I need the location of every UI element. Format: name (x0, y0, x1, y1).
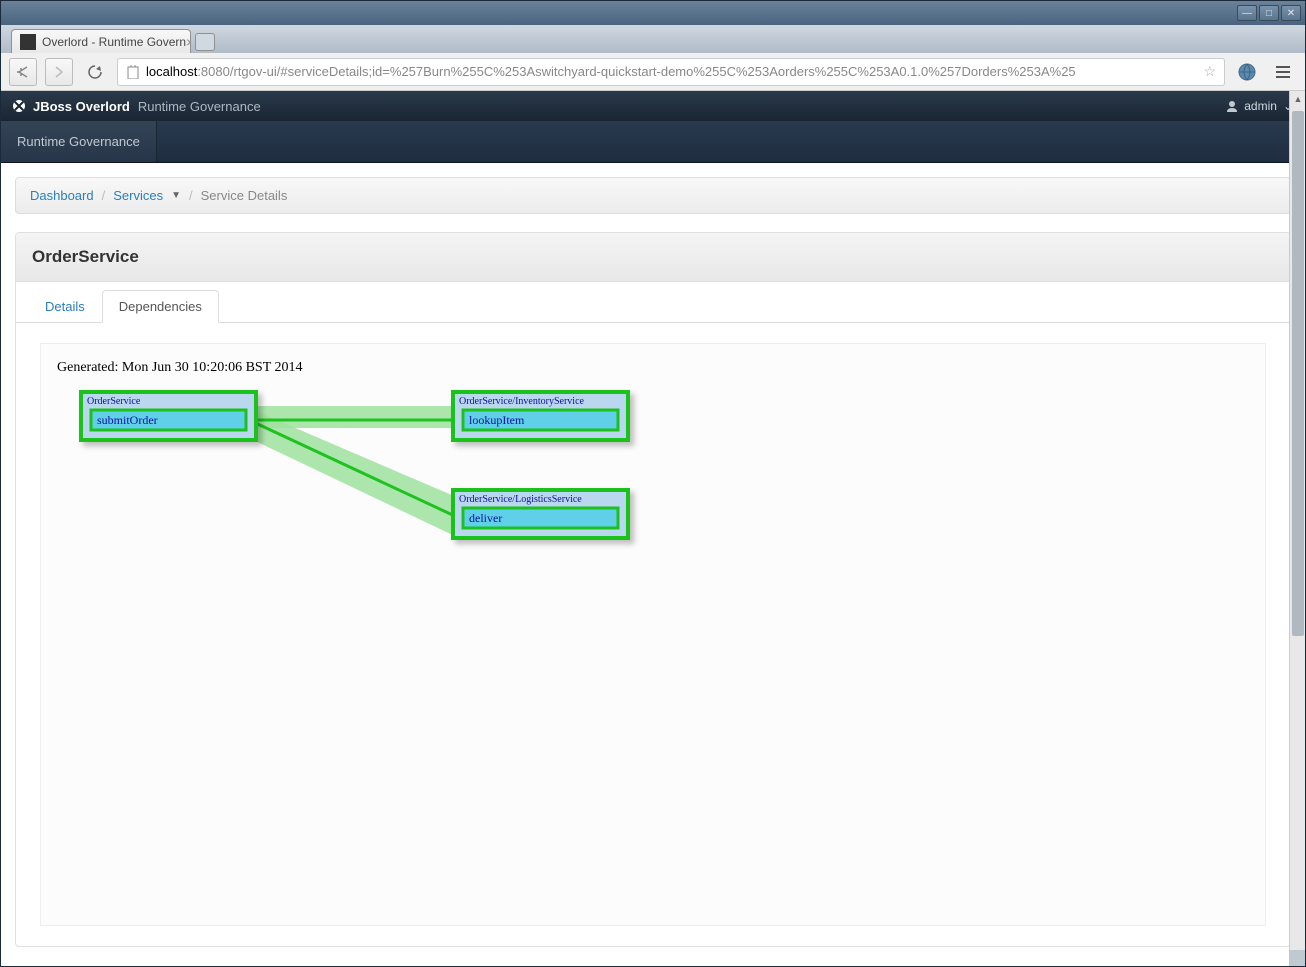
operation-label: deliver (469, 511, 502, 525)
breadcrumb-dropdown-icon[interactable]: ▼ (171, 190, 181, 201)
breadcrumb-dashboard[interactable]: Dashboard (30, 188, 94, 203)
vertical-scrollbar[interactable]: ▲ ▼ (1289, 91, 1305, 966)
globe-icon[interactable] (1233, 58, 1261, 86)
scroll-up-icon[interactable]: ▲ (1290, 91, 1305, 107)
node-inventoryservice[interactable]: OrderService/InventoryService lookupItem (453, 392, 628, 440)
resize-grip-icon[interactable] (1289, 950, 1305, 966)
node-service-label: OrderService/LogisticsService (459, 494, 582, 505)
app-header: JBoss Overlord Runtime Governance admin … (1, 91, 1305, 121)
browser-toolbar: localhost:8080/rtgov-ui/#serviceDetails;… (1, 53, 1305, 91)
url-path: :8080/rtgov-ui/#serviceDetails;id=%257Bu… (197, 64, 1075, 79)
breadcrumb-current: Service Details (201, 188, 288, 203)
app-logo-icon (13, 100, 25, 112)
address-bar[interactable]: localhost:8080/rtgov-ui/#serviceDetails;… (117, 58, 1225, 86)
tab-title: Overlord - Runtime Govern (42, 35, 186, 49)
window-frame: — □ ✕ Overlord - Runtime Govern × localh… (0, 0, 1306, 967)
reload-button[interactable] (81, 58, 109, 86)
minimize-button[interactable]: — (1237, 5, 1257, 21)
new-tab-button[interactable] (195, 33, 215, 51)
node-service-label: OrderService (87, 396, 141, 407)
main-area: Dashboard / Services ▼ / Service Details… (1, 163, 1305, 966)
app-content: JBoss Overlord Runtime Governance admin … (1, 91, 1305, 966)
node-logisticsservice[interactable]: OrderService/LogisticsService deliver (453, 490, 628, 538)
tabs-row: Details Dependencies (16, 282, 1290, 323)
forward-button[interactable] (45, 58, 73, 86)
node-service-label: OrderService/InventoryService (459, 396, 585, 407)
dependency-diagram: Generated: Mon Jun 30 10:20:06 BST 2014 (40, 343, 1266, 926)
breadcrumb: Dashboard / Services ▼ / Service Details (15, 177, 1291, 214)
bookmark-star-icon[interactable]: ☆ (1203, 63, 1216, 80)
user-name: admin (1244, 99, 1277, 113)
url-host: localhost (146, 64, 197, 79)
operation-label: lookupItem (469, 413, 525, 427)
close-tab-icon[interactable]: × (186, 34, 191, 50)
browser-tab[interactable]: Overlord - Runtime Govern × (11, 29, 191, 53)
panel-title: OrderService (16, 233, 1290, 282)
brand-subtitle: Runtime Governance (138, 99, 261, 114)
user-menu[interactable]: admin ⌄ (1226, 99, 1293, 113)
nav-item-runtime-governance[interactable]: Runtime Governance (1, 121, 157, 162)
brand-name: JBoss Overlord (33, 99, 130, 114)
browser-tab-strip: Overlord - Runtime Govern × (1, 25, 1305, 53)
service-panel: OrderService Details Dependencies Genera… (15, 232, 1291, 947)
generated-timestamp: Generated: Mon Jun 30 10:20:06 BST 2014 (57, 360, 1249, 376)
breadcrumb-services[interactable]: Services (113, 188, 163, 203)
maximize-button[interactable]: □ (1259, 5, 1279, 21)
tab-details[interactable]: Details (28, 290, 102, 323)
node-orderservice[interactable]: OrderService submitOrder (81, 392, 256, 440)
operation-label: submitOrder (97, 413, 158, 427)
tab-content: Generated: Mon Jun 30 10:20:06 BST 2014 (16, 323, 1290, 946)
back-button[interactable] (9, 58, 37, 86)
tab-dependencies[interactable]: Dependencies (102, 290, 219, 323)
tab-favicon-icon (20, 34, 36, 50)
close-window-button[interactable]: ✕ (1281, 5, 1301, 21)
user-icon (1226, 100, 1238, 112)
window-title-bar: — □ ✕ (1, 1, 1305, 25)
nav-bar: Runtime Governance (1, 121, 1305, 163)
hamburger-menu-icon[interactable] (1269, 58, 1297, 86)
diagram-svg: OrderService submitOrder OrderService/In… (41, 384, 741, 684)
scroll-thumb[interactable] (1292, 111, 1304, 636)
